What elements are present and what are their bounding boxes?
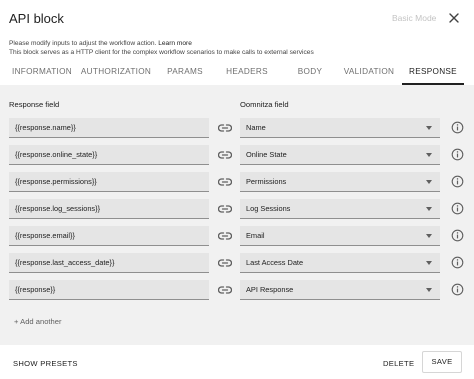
chevron-down-icon [426, 234, 432, 238]
tab-authorization[interactable]: AUTHORIZATION [80, 63, 152, 85]
mapping-row: {{response.permissions}} Permissions [0, 172, 474, 192]
info-icon[interactable] [451, 202, 464, 215]
chevron-down-icon [426, 153, 432, 157]
mapping-row: {{response}} API Response [0, 280, 474, 300]
info-icon[interactable] [451, 175, 464, 188]
tab-body[interactable]: BODY [290, 63, 330, 85]
info-icon[interactable] [451, 121, 464, 134]
chevron-down-icon [426, 261, 432, 265]
add-another-button[interactable]: + Add another [14, 317, 62, 326]
delete-button[interactable]: DELETE [383, 359, 414, 368]
tab-params[interactable]: PARAMS [160, 63, 210, 85]
tab-validation[interactable]: VALIDATION [340, 63, 398, 85]
info-icon[interactable] [451, 148, 464, 161]
info-icon[interactable] [451, 283, 464, 296]
oomnitza-field-value: Online State [246, 150, 287, 159]
link-icon [218, 286, 232, 294]
response-field-input[interactable]: {{response.online_state}} [9, 145, 209, 165]
response-field-input[interactable]: {{response.log_sessions}} [9, 199, 209, 219]
oomnitza-field-select[interactable]: Name [240, 118, 440, 138]
save-button[interactable]: SAVE [422, 351, 462, 373]
response-field-input[interactable]: {{response.last_access_date}} [9, 253, 209, 273]
dialog-title: API block [9, 11, 64, 26]
response-field-input[interactable]: {{response.email}} [9, 226, 209, 246]
dialog-footer: SHOW PRESETS DELETE SAVE [0, 345, 474, 379]
mapping-row: {{response.online_state}} Online State [0, 145, 474, 165]
oomnitza-field-select[interactable]: API Response [240, 280, 440, 300]
tab-bar: INFORMATION AUTHORIZATION PARAMS HEADERS… [0, 63, 474, 85]
oomnitza-field-select[interactable]: Online State [240, 145, 440, 165]
description-text: Please modify inputs to adjust the workf… [9, 40, 157, 47]
tab-response[interactable]: RESPONSE [402, 63, 464, 85]
oomnitza-field-select[interactable]: Last Access Date [240, 253, 440, 273]
dialog-header: API block Basic Mode [0, 0, 474, 38]
oomnitza-field-value: API Response [246, 285, 294, 294]
response-field-header: Response field [9, 100, 60, 109]
response-field-input[interactable]: {{response.name}} [9, 118, 209, 138]
oomnitza-field-header: Oomnitza field [240, 100, 289, 109]
learn-more-link[interactable]: Learn more [158, 40, 192, 47]
description-line-2: This block serves as a HTTP client for t… [9, 49, 314, 56]
link-icon [218, 178, 232, 186]
mapping-row: {{response.log_sessions}} Log Sessions [0, 199, 474, 219]
oomnitza-field-select[interactable]: Log Sessions [240, 199, 440, 219]
info-icon[interactable] [451, 256, 464, 269]
mapping-row: {{response.last_access_date}} Last Acces… [0, 253, 474, 273]
tab-information[interactable]: INFORMATION [8, 63, 76, 85]
link-icon [218, 124, 232, 132]
link-icon [218, 205, 232, 213]
response-field-input[interactable]: {{response.permissions}} [9, 172, 209, 192]
info-icon[interactable] [451, 229, 464, 242]
link-icon [218, 151, 232, 159]
chevron-down-icon [426, 180, 432, 184]
response-mapping-panel: Response field Oomnitza field {{response… [0, 85, 474, 345]
oomnitza-field-value: Last Access Date [246, 258, 304, 267]
oomnitza-field-select[interactable]: Email [240, 226, 440, 246]
chevron-down-icon [426, 207, 432, 211]
chevron-down-icon [426, 126, 432, 130]
close-icon[interactable] [448, 12, 460, 24]
mapping-row: {{response.name}} Name [0, 118, 474, 138]
chevron-down-icon [426, 288, 432, 292]
oomnitza-field-value: Log Sessions [246, 204, 291, 213]
oomnitza-field-value: Permissions [246, 177, 287, 186]
oomnitza-field-value: Name [246, 123, 266, 132]
basic-mode-button[interactable]: Basic Mode [392, 13, 436, 23]
oomnitza-field-value: Email [246, 231, 265, 240]
description-line-1: Please modify inputs to adjust the workf… [9, 39, 192, 48]
oomnitza-field-select[interactable]: Permissions [240, 172, 440, 192]
response-field-input[interactable]: {{response}} [9, 280, 209, 300]
show-presets-button[interactable]: SHOW PRESETS [13, 359, 78, 368]
mapping-row: {{response.email}} Email [0, 226, 474, 246]
tab-headers[interactable]: HEADERS [222, 63, 272, 85]
link-icon [218, 232, 232, 240]
link-icon [218, 259, 232, 267]
